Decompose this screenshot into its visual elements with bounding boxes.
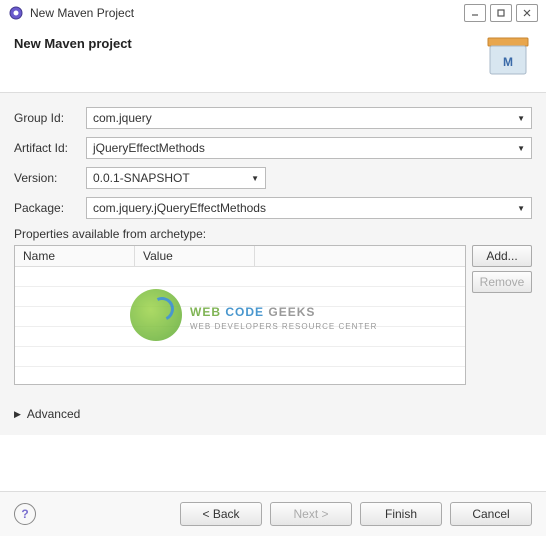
version-input[interactable]: 0.0.1-SNAPSHOT ▼ — [86, 167, 266, 189]
chevron-right-icon: ▶ — [14, 409, 21, 420]
chevron-down-icon: ▼ — [517, 114, 525, 123]
properties-header: Name Value — [15, 246, 465, 267]
form-area: Group Id: com.jquery ▼ Artifact Id: jQue… — [0, 93, 546, 393]
maximize-button[interactable] — [490, 4, 512, 22]
package-label: Package: — [14, 201, 86, 215]
version-row: Version: 0.0.1-SNAPSHOT ▼ — [14, 167, 532, 189]
table-row[interactable] — [15, 327, 465, 347]
back-button[interactable]: < Back — [180, 502, 262, 526]
chevron-down-icon: ▼ — [517, 204, 525, 213]
advanced-toggle[interactable]: ▶ Advanced — [0, 393, 546, 435]
package-row: Package: com.jquery.jQueryEffectMethods … — [14, 197, 532, 219]
footer-buttons: < Back Next > Finish Cancel — [180, 502, 532, 526]
chevron-down-icon: ▼ — [517, 144, 525, 153]
titlebar-controls — [464, 4, 538, 22]
artifact-id-value: jQueryEffectMethods — [93, 141, 205, 155]
cancel-button[interactable]: Cancel — [450, 502, 532, 526]
wizard-header: New Maven project M — [0, 26, 546, 93]
table-row[interactable] — [15, 267, 465, 287]
artifact-id-label: Artifact Id: — [14, 141, 86, 155]
help-button[interactable]: ? — [14, 503, 36, 525]
close-button[interactable] — [516, 4, 538, 22]
properties-row: Name Value Add... Remove — [14, 245, 532, 385]
eclipse-wizard-icon — [8, 5, 24, 21]
group-id-value: com.jquery — [93, 111, 152, 125]
next-button: Next > — [270, 502, 352, 526]
titlebar-left: New Maven Project — [8, 5, 134, 21]
window-title: New Maven Project — [30, 6, 134, 20]
chevron-down-icon: ▼ — [251, 174, 259, 183]
table-row[interactable] — [15, 307, 465, 327]
minimize-button[interactable] — [464, 4, 486, 22]
table-row[interactable] — [15, 287, 465, 307]
package-value: com.jquery.jQueryEffectMethods — [93, 201, 266, 215]
artifact-id-row: Artifact Id: jQueryEffectMethods ▼ — [14, 137, 532, 159]
artifact-id-input[interactable]: jQueryEffectMethods ▼ — [86, 137, 532, 159]
version-label: Version: — [14, 171, 86, 185]
group-id-label: Group Id: — [14, 111, 86, 125]
table-row[interactable] — [15, 367, 465, 385]
package-input[interactable]: com.jquery.jQueryEffectMethods ▼ — [86, 197, 532, 219]
group-id-input[interactable]: com.jquery ▼ — [86, 107, 532, 129]
version-value: 0.0.1-SNAPSHOT — [93, 171, 190, 185]
remove-button: Remove — [472, 271, 532, 293]
advanced-label: Advanced — [27, 407, 80, 421]
properties-table[interactable]: Name Value — [14, 245, 466, 385]
table-row[interactable] — [15, 347, 465, 367]
properties-label: Properties available from archetype: — [14, 227, 532, 241]
properties-col-spacer — [255, 246, 465, 266]
wizard-footer: ? < Back Next > Finish Cancel — [0, 491, 546, 536]
add-button[interactable]: Add... — [472, 245, 532, 267]
group-id-row: Group Id: com.jquery ▼ — [14, 107, 532, 129]
page-title: New Maven project — [14, 36, 132, 51]
maven-box-icon: M — [484, 36, 532, 78]
properties-col-value[interactable]: Value — [135, 246, 255, 266]
finish-button[interactable]: Finish — [360, 502, 442, 526]
svg-text:M: M — [503, 55, 513, 69]
help-icon: ? — [21, 507, 28, 521]
titlebar: New Maven Project — [0, 0, 546, 26]
properties-col-name[interactable]: Name — [15, 246, 135, 266]
properties-buttons: Add... Remove — [472, 245, 532, 385]
